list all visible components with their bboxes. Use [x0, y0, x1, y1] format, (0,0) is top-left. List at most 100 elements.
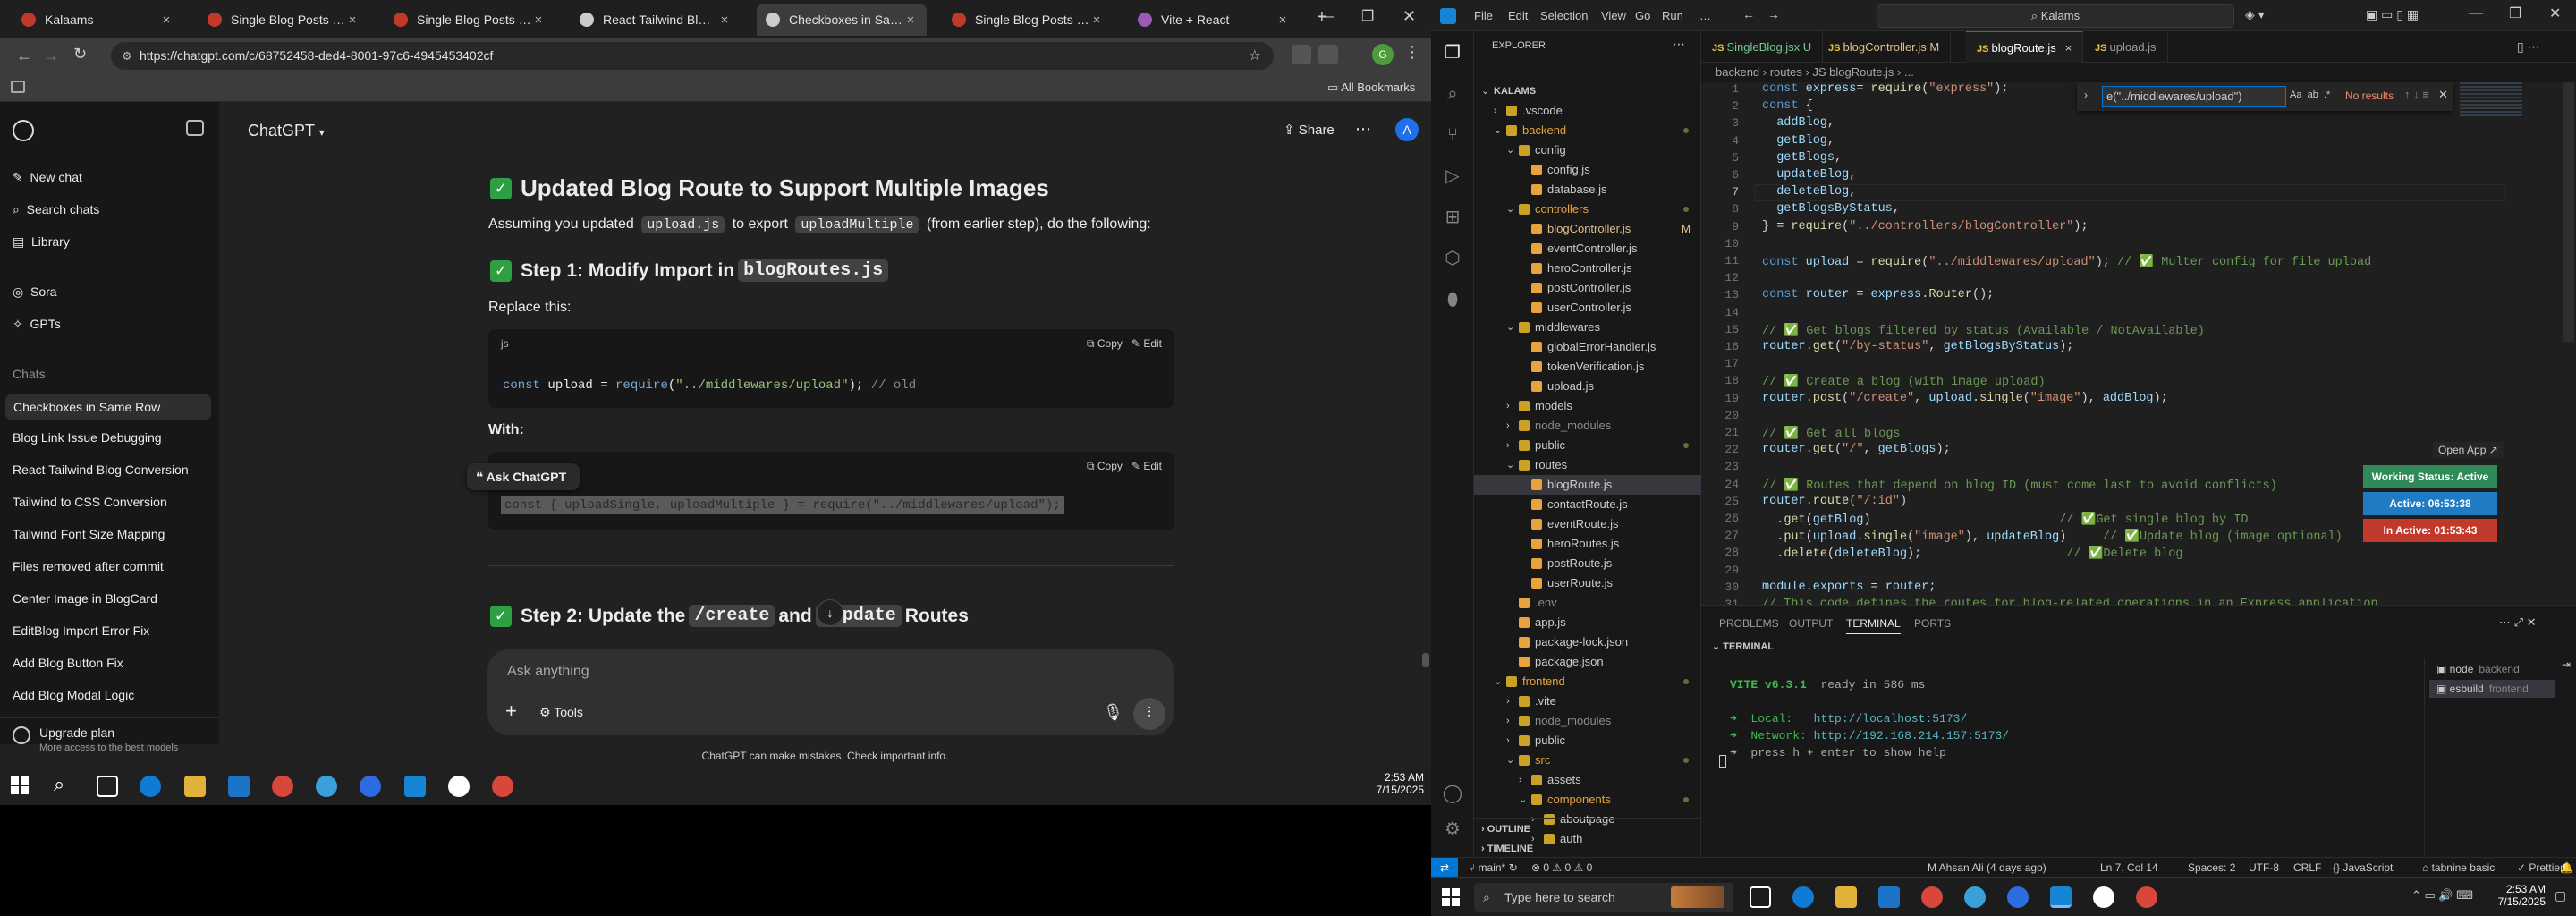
file-item[interactable]: database.js — [1474, 180, 1701, 199]
menu-run[interactable]: Run — [1662, 9, 1683, 22]
folder-item[interactable]: › node_modules — [1474, 711, 1701, 731]
tab-close-icon[interactable]: × — [717, 13, 732, 28]
file-item[interactable]: blogController.js M — [1474, 219, 1701, 239]
chat-history-item[interactable]: EditBlog Import Error Fix — [13, 623, 149, 638]
folder-item[interactable]: ⌄ src — [1474, 751, 1701, 770]
menu-[interactable]: … — [1699, 9, 1711, 22]
problems-indicator[interactable]: ⊗ 0 ⚠ 0 ⚠ 0 — [1531, 858, 1592, 878]
sidebar-item-new-chat[interactable]: ✎ New chat — [13, 170, 82, 185]
extension-icon[interactable] — [1318, 45, 1338, 64]
folder-item[interactable]: ⌄ middlewares — [1474, 318, 1701, 337]
notification-center-icon[interactable]: ▢ — [2555, 888, 2566, 903]
panel-tab-terminal[interactable]: TERMINAL — [1846, 617, 1901, 634]
copy-button[interactable]: ⧉ Copy — [1087, 460, 1123, 472]
task-view-icon[interactable] — [1750, 886, 1771, 908]
file-explorer-icon[interactable] — [1835, 886, 1857, 908]
split-editor-icon[interactable]: ▯ ⋯ — [2517, 39, 2540, 55]
remote-indicator-icon[interactable]: ⇄ — [1431, 858, 1458, 878]
code-line-selected[interactable]: const { uploadSingle, uploadMultiple } =… — [501, 496, 1064, 514]
file-item[interactable]: userRoute.js — [1474, 573, 1701, 593]
edge-icon[interactable] — [1792, 886, 1814, 908]
zoom-icon[interactable] — [2007, 886, 2029, 908]
chat-history-item[interactable]: Tailwind to CSS Conversion — [13, 495, 167, 509]
edge-icon[interactable] — [140, 776, 161, 797]
chat-history-item[interactable]: Blog Link Issue Debugging — [13, 430, 162, 445]
file-item[interactable]: contactRoute.js — [1474, 495, 1701, 514]
tab-close-icon[interactable]: × — [2065, 41, 2072, 55]
sidebar-item-search[interactable]: ⌕ Search chats — [13, 202, 99, 217]
file-item[interactable]: userController.js — [1474, 298, 1701, 318]
attach-plus-icon[interactable]: + — [505, 700, 517, 723]
file-item[interactable]: tokenVerification.js — [1474, 357, 1701, 377]
chat-history-item[interactable]: Tailwind Font Size Mapping — [13, 527, 165, 541]
network-url[interactable]: http://192.168.214.157:5173/ — [1814, 729, 2009, 742]
folder-item[interactable]: ⌄ components — [1474, 790, 1701, 810]
app-icon[interactable] — [2093, 886, 2114, 908]
open-app-button[interactable]: Open App ↗ — [2433, 442, 2504, 458]
folder-item[interactable]: ⌄ controllers — [1474, 199, 1701, 219]
scroll-down-button[interactable]: ↓ — [817, 599, 843, 626]
maximize-icon[interactable]: ❐ — [2509, 4, 2521, 22]
search-icon[interactable]: ⌕ — [1442, 83, 1463, 105]
composer-input[interactable]: Ask anything — [507, 664, 589, 680]
branch-indicator[interactable]: ⑂ main* ↻ — [1469, 858, 1518, 878]
settings-gear-icon[interactable]: ⚙ — [1442, 818, 1463, 840]
extension-icon[interactable] — [1292, 45, 1311, 64]
chat-history-item[interactable]: Files removed after commit — [13, 559, 164, 573]
chrome-icon[interactable] — [492, 776, 513, 797]
apps-grid-icon[interactable] — [11, 81, 25, 93]
taskbar-clock[interactable]: 2:53 AM 7/15/2025 — [1374, 771, 1424, 796]
tab-close-icon[interactable]: × — [531, 13, 546, 28]
chat-history-item[interactable]: React Tailwind Blog Conversion — [13, 462, 189, 477]
reload-icon[interactable]: ↻ — [73, 45, 87, 64]
menu-go[interactable]: Go — [1635, 9, 1650, 22]
run-debug-icon[interactable]: ▷ — [1442, 165, 1463, 187]
windows-start-icon[interactable] — [11, 776, 29, 794]
chrome-tab[interactable]: Single Blog Posts Page× — [943, 4, 1113, 36]
chat-history-item[interactable]: Add Blog Button Fix — [13, 656, 123, 670]
file-item[interactable]: package-lock.json — [1474, 632, 1701, 652]
chat-history-item[interactable]: Center Image in BlogCard — [13, 591, 157, 606]
copy-button[interactable]: ⧉ Copy — [1087, 337, 1123, 350]
chrome-tab[interactable]: React Tailwind Blog Co× — [571, 4, 741, 36]
file-item[interactable]: heroController.js — [1474, 259, 1701, 278]
folder-item[interactable]: › node_modules — [1474, 416, 1701, 436]
layout-icons[interactable]: ▣ ▭ ▯ ▦ — [2366, 7, 2419, 22]
line-ending[interactable]: CRLF — [2293, 858, 2321, 878]
chat-history-item[interactable]: Add Blog Modal Logic — [13, 688, 134, 702]
file-item[interactable]: .env — [1474, 593, 1701, 613]
breadcrumb[interactable]: backend › routes › JS blogRoute.js › ... — [1701, 63, 2576, 82]
workspace-root[interactable]: ⌄ KALAMS — [1474, 81, 1701, 101]
folder-item[interactable]: › assets — [1474, 770, 1701, 790]
menu-selection[interactable]: Selection — [1540, 9, 1588, 22]
panel-actions[interactable]: ⋯ ⤢ ✕ — [2499, 615, 2537, 630]
language-mode[interactable]: {} JavaScript — [2333, 858, 2393, 878]
profile-avatar[interactable]: G — [1372, 44, 1394, 65]
vscode-icon[interactable] — [404, 776, 426, 797]
system-tray-icons[interactable]: ⌃ ▭ 🔊 ⌨ — [2411, 888, 2473, 903]
close-find-icon[interactable]: ✕ — [2438, 88, 2448, 102]
voice-mode-button[interactable]: ⫶ — [1133, 698, 1165, 730]
chrome-icon[interactable] — [1921, 886, 1943, 908]
encoding[interactable]: UTF-8 — [2249, 858, 2279, 878]
folder-item[interactable]: ⌄ backend — [1474, 121, 1701, 140]
file-item[interactable]: postController.js — [1474, 278, 1701, 298]
chrome-tab[interactable]: Kalaams × — [13, 4, 182, 36]
editor-tab[interactable]: JS blogController.js M — [1818, 31, 1952, 63]
search-icon[interactable]: ⌕ — [54, 773, 64, 796]
app-icon[interactable] — [1964, 886, 1986, 908]
ask-chatgpt-button[interactable]: ❝ Ask ChatGPT — [467, 463, 580, 490]
chrome-tab[interactable]: Vite + React × — [1129, 4, 1299, 36]
store-icon[interactable] — [1878, 886, 1900, 908]
file-item[interactable]: upload.js — [1474, 377, 1701, 396]
panel-tab-problems[interactable]: PROBLEMS — [1719, 617, 1779, 630]
folder-item[interactable]: › public — [1474, 436, 1701, 455]
terminal-session[interactable]: ▣ esbuild frontend — [2429, 680, 2555, 698]
editor-tab[interactable]: JS upload.js — [2084, 31, 2168, 63]
file-item[interactable]: package.json — [1474, 652, 1701, 672]
nav-forward-icon[interactable]: → — [1767, 7, 1780, 21]
terminal-session[interactable]: ▣ node backend — [2429, 660, 2555, 678]
tools-button[interactable]: ⚙ Tools — [539, 705, 583, 720]
openai-logo-icon[interactable] — [13, 120, 34, 141]
tab-close-icon[interactable]: × — [345, 13, 360, 28]
